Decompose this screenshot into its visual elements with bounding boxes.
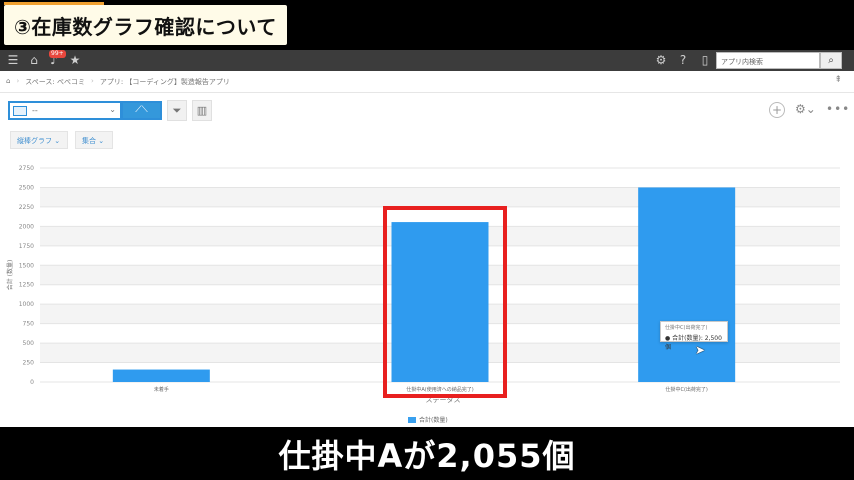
aggregate-dropdown[interactable]: 集合 ⌄ <box>75 131 113 149</box>
aggregate-label: 集合 <box>82 137 96 145</box>
filter-icon[interactable]: ⏷ <box>167 100 187 121</box>
view-select[interactable]: -- ⌄ <box>8 101 122 120</box>
table-icon <box>13 106 27 116</box>
chart-type-button[interactable]: ⟋⟍ <box>121 101 162 120</box>
tooltip-value: ● 合計(数量): 2,500個 <box>665 335 722 351</box>
y-tick-label: 2500 <box>19 184 34 191</box>
breadcrumb: ⌂ › スペース: ぺぺコミ › アプリ: 【コーディング】製造報告アプリ <box>6 77 230 87</box>
breadcrumb-space[interactable]: スペース: ぺぺコミ <box>25 77 85 87</box>
video-title-badge: ③在庫数グラフ確認について <box>4 5 287 45</box>
gear-icon[interactable]: ⚙ <box>654 53 668 67</box>
home-icon[interactable]: ⌂ <box>27 53 41 67</box>
y-axis-label: 合計 (数量) <box>6 260 14 291</box>
highlight-box <box>383 206 507 398</box>
chart-tooltip: 仕掛中C(出荷完了) ● 合計(数量): 2,500個 <box>660 321 728 351</box>
legend-label: 合計(数量) <box>419 417 448 424</box>
mouse-cursor-icon: ➤ <box>695 343 706 357</box>
add-icon[interactable]: + <box>769 102 785 118</box>
home-icon[interactable]: ⌂ <box>6 77 10 87</box>
chart-kind-label: 縦棒グラフ <box>17 137 52 145</box>
menu-icon[interactable]: ☰ <box>6 53 20 67</box>
y-tick-label: 500 <box>23 340 35 347</box>
breadcrumb-app[interactable]: アプリ: 【コーディング】製造報告アプリ <box>100 77 230 87</box>
bar <box>112 369 210 382</box>
y-tick-label: 2750 <box>19 165 34 172</box>
chart-legend[interactable]: 合計(数量) <box>408 415 448 424</box>
y-tick-label: 1750 <box>19 243 34 250</box>
y-tick-label: 0 <box>30 379 34 386</box>
settings-gear-icon[interactable]: ⚙⌄ <box>795 102 816 116</box>
app-header: ☰ ⌂ ♪ 99+ ★ ⚙ ? ▯ アプリ内検索 ⌕ <box>0 50 854 71</box>
y-tick-label: 1250 <box>19 282 34 289</box>
y-tick-label: 1000 <box>19 301 34 308</box>
bar <box>638 187 736 382</box>
help-icon[interactable]: ? <box>676 53 690 67</box>
pin-icon[interactable]: ⇞ <box>834 75 842 85</box>
y-tick-label: 2000 <box>19 223 34 230</box>
view-select-value: -- <box>32 106 38 115</box>
y-tick-label: 2250 <box>19 204 34 211</box>
tooltip-title: 仕掛中C(出荷完了) <box>665 325 708 331</box>
notification-badge: 99+ <box>49 50 66 58</box>
breadcrumb-separator: › <box>16 77 20 85</box>
x-tick-label: 仕掛中C(出荷完了) <box>665 386 707 393</box>
chart-kind-dropdown[interactable]: 縦棒グラフ ⌄ <box>10 131 68 149</box>
x-tick-label: 未着手 <box>154 386 169 393</box>
star-icon[interactable]: ★ <box>68 53 82 67</box>
caption-text: 仕掛中Aが2,055個 <box>278 436 576 475</box>
line-chart-icon: ⟋⟍ <box>135 105 148 115</box>
y-tick-label: 750 <box>23 321 35 328</box>
more-options-icon[interactable]: ••• <box>826 102 850 116</box>
app-search-input[interactable]: アプリ内検索 <box>716 52 820 69</box>
legend-swatch <box>408 416 416 423</box>
chevron-down-icon: ⌄ <box>109 105 116 114</box>
video-title-band: ③在庫数グラフ確認について <box>0 0 854 50</box>
divider <box>0 92 854 93</box>
y-tick-label: 250 <box>23 360 35 367</box>
graph-settings-icon[interactable]: ▥ <box>192 100 212 121</box>
breadcrumb-separator: › <box>91 77 94 85</box>
search-icon[interactable]: ⌕ <box>820 52 842 69</box>
mobile-icon[interactable]: ▯ <box>698 53 712 67</box>
y-tick-label: 1500 <box>19 262 34 269</box>
video-title: ③在庫数グラフ確認について <box>14 14 277 39</box>
caption-band: 仕掛中Aが2,055個 <box>0 427 854 480</box>
screen: ③在庫数グラフ確認について ☰ ⌂ ♪ 99+ ★ ⚙ ? ▯ アプリ内検索 ⌕… <box>0 0 854 480</box>
